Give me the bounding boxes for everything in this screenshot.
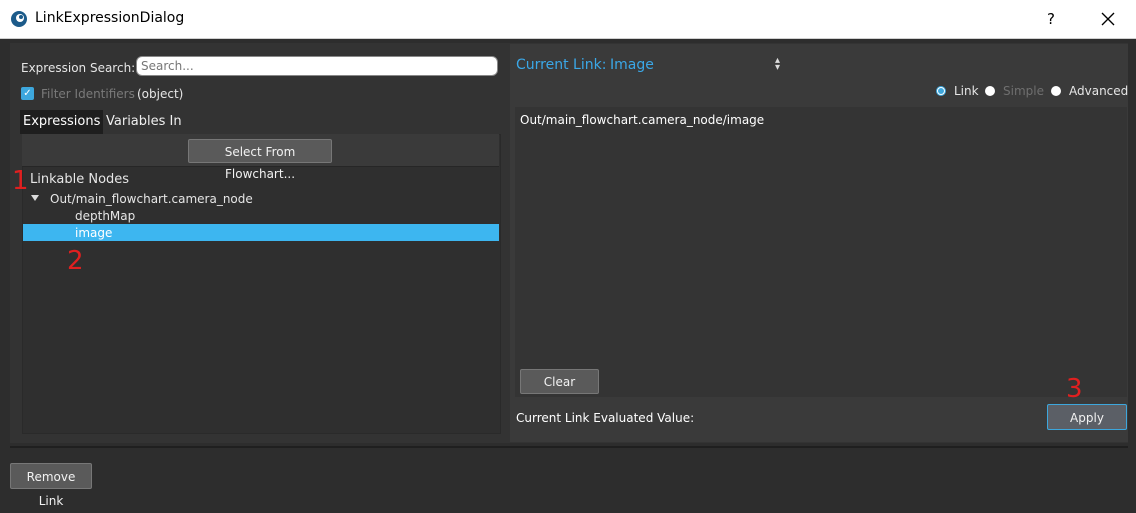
select-from-flowchart-button[interactable]: Select From Flowchart...	[188, 139, 332, 181]
filter-identifiers-label: Filter Identifiers	[41, 87, 135, 101]
search-label: Expression Search:	[21, 61, 136, 75]
radio-selected-dot-icon	[938, 88, 944, 94]
tab-variables-in[interactable]: Variables In	[103, 110, 185, 134]
annotation-2: 2	[67, 246, 84, 276]
apply-button[interactable]: Apply	[1047, 404, 1127, 430]
app-logo-icon	[11, 11, 27, 27]
window-title: LinkExpressionDialog	[35, 10, 185, 26]
current-link-label: Current Link:	[516, 57, 607, 73]
annotation-3: 3	[1066, 374, 1083, 404]
bottom-separator	[10, 446, 1128, 448]
tree-node-camera[interactable]: Out/main_flowchart.camera_node	[50, 192, 253, 206]
tab-expressions[interactable]: Expressions	[20, 110, 104, 134]
clear-button[interactable]: Clear	[520, 369, 599, 394]
link-radio-label: Link	[954, 84, 979, 98]
help-button[interactable]: ?	[1040, 7, 1062, 31]
simple-radio[interactable]	[985, 86, 995, 96]
expression-editor[interactable]	[515, 107, 1127, 397]
tree-root-label: Linkable Nodes	[30, 172, 130, 187]
expression-text: Out/main_flowchart.camera_node/image	[520, 113, 765, 127]
tree-leaf-depthmap[interactable]: depthMap	[75, 209, 135, 223]
filter-type-label: (object)	[137, 87, 184, 101]
advanced-radio-label: Advanced	[1069, 84, 1129, 98]
filter-identifiers-checkbox[interactable]: ✓	[21, 87, 34, 100]
evaluated-value-label: Current Link Evaluated Value:	[516, 411, 695, 425]
remove-link-button[interactable]: Remove Link	[10, 463, 92, 508]
close-icon[interactable]	[1094, 7, 1122, 31]
search-input[interactable]	[136, 56, 498, 76]
advanced-radio[interactable]	[1051, 86, 1061, 96]
expand-arrow-icon[interactable]	[31, 195, 39, 201]
combo-arrows-icon[interactable]: ▴ ▾	[775, 56, 780, 73]
current-link-combo[interactable]: Image	[610, 57, 654, 73]
simple-radio-label: Simple	[1003, 84, 1044, 98]
annotation-1: 1	[12, 166, 29, 196]
tree-leaf-image[interactable]: image	[75, 226, 112, 240]
